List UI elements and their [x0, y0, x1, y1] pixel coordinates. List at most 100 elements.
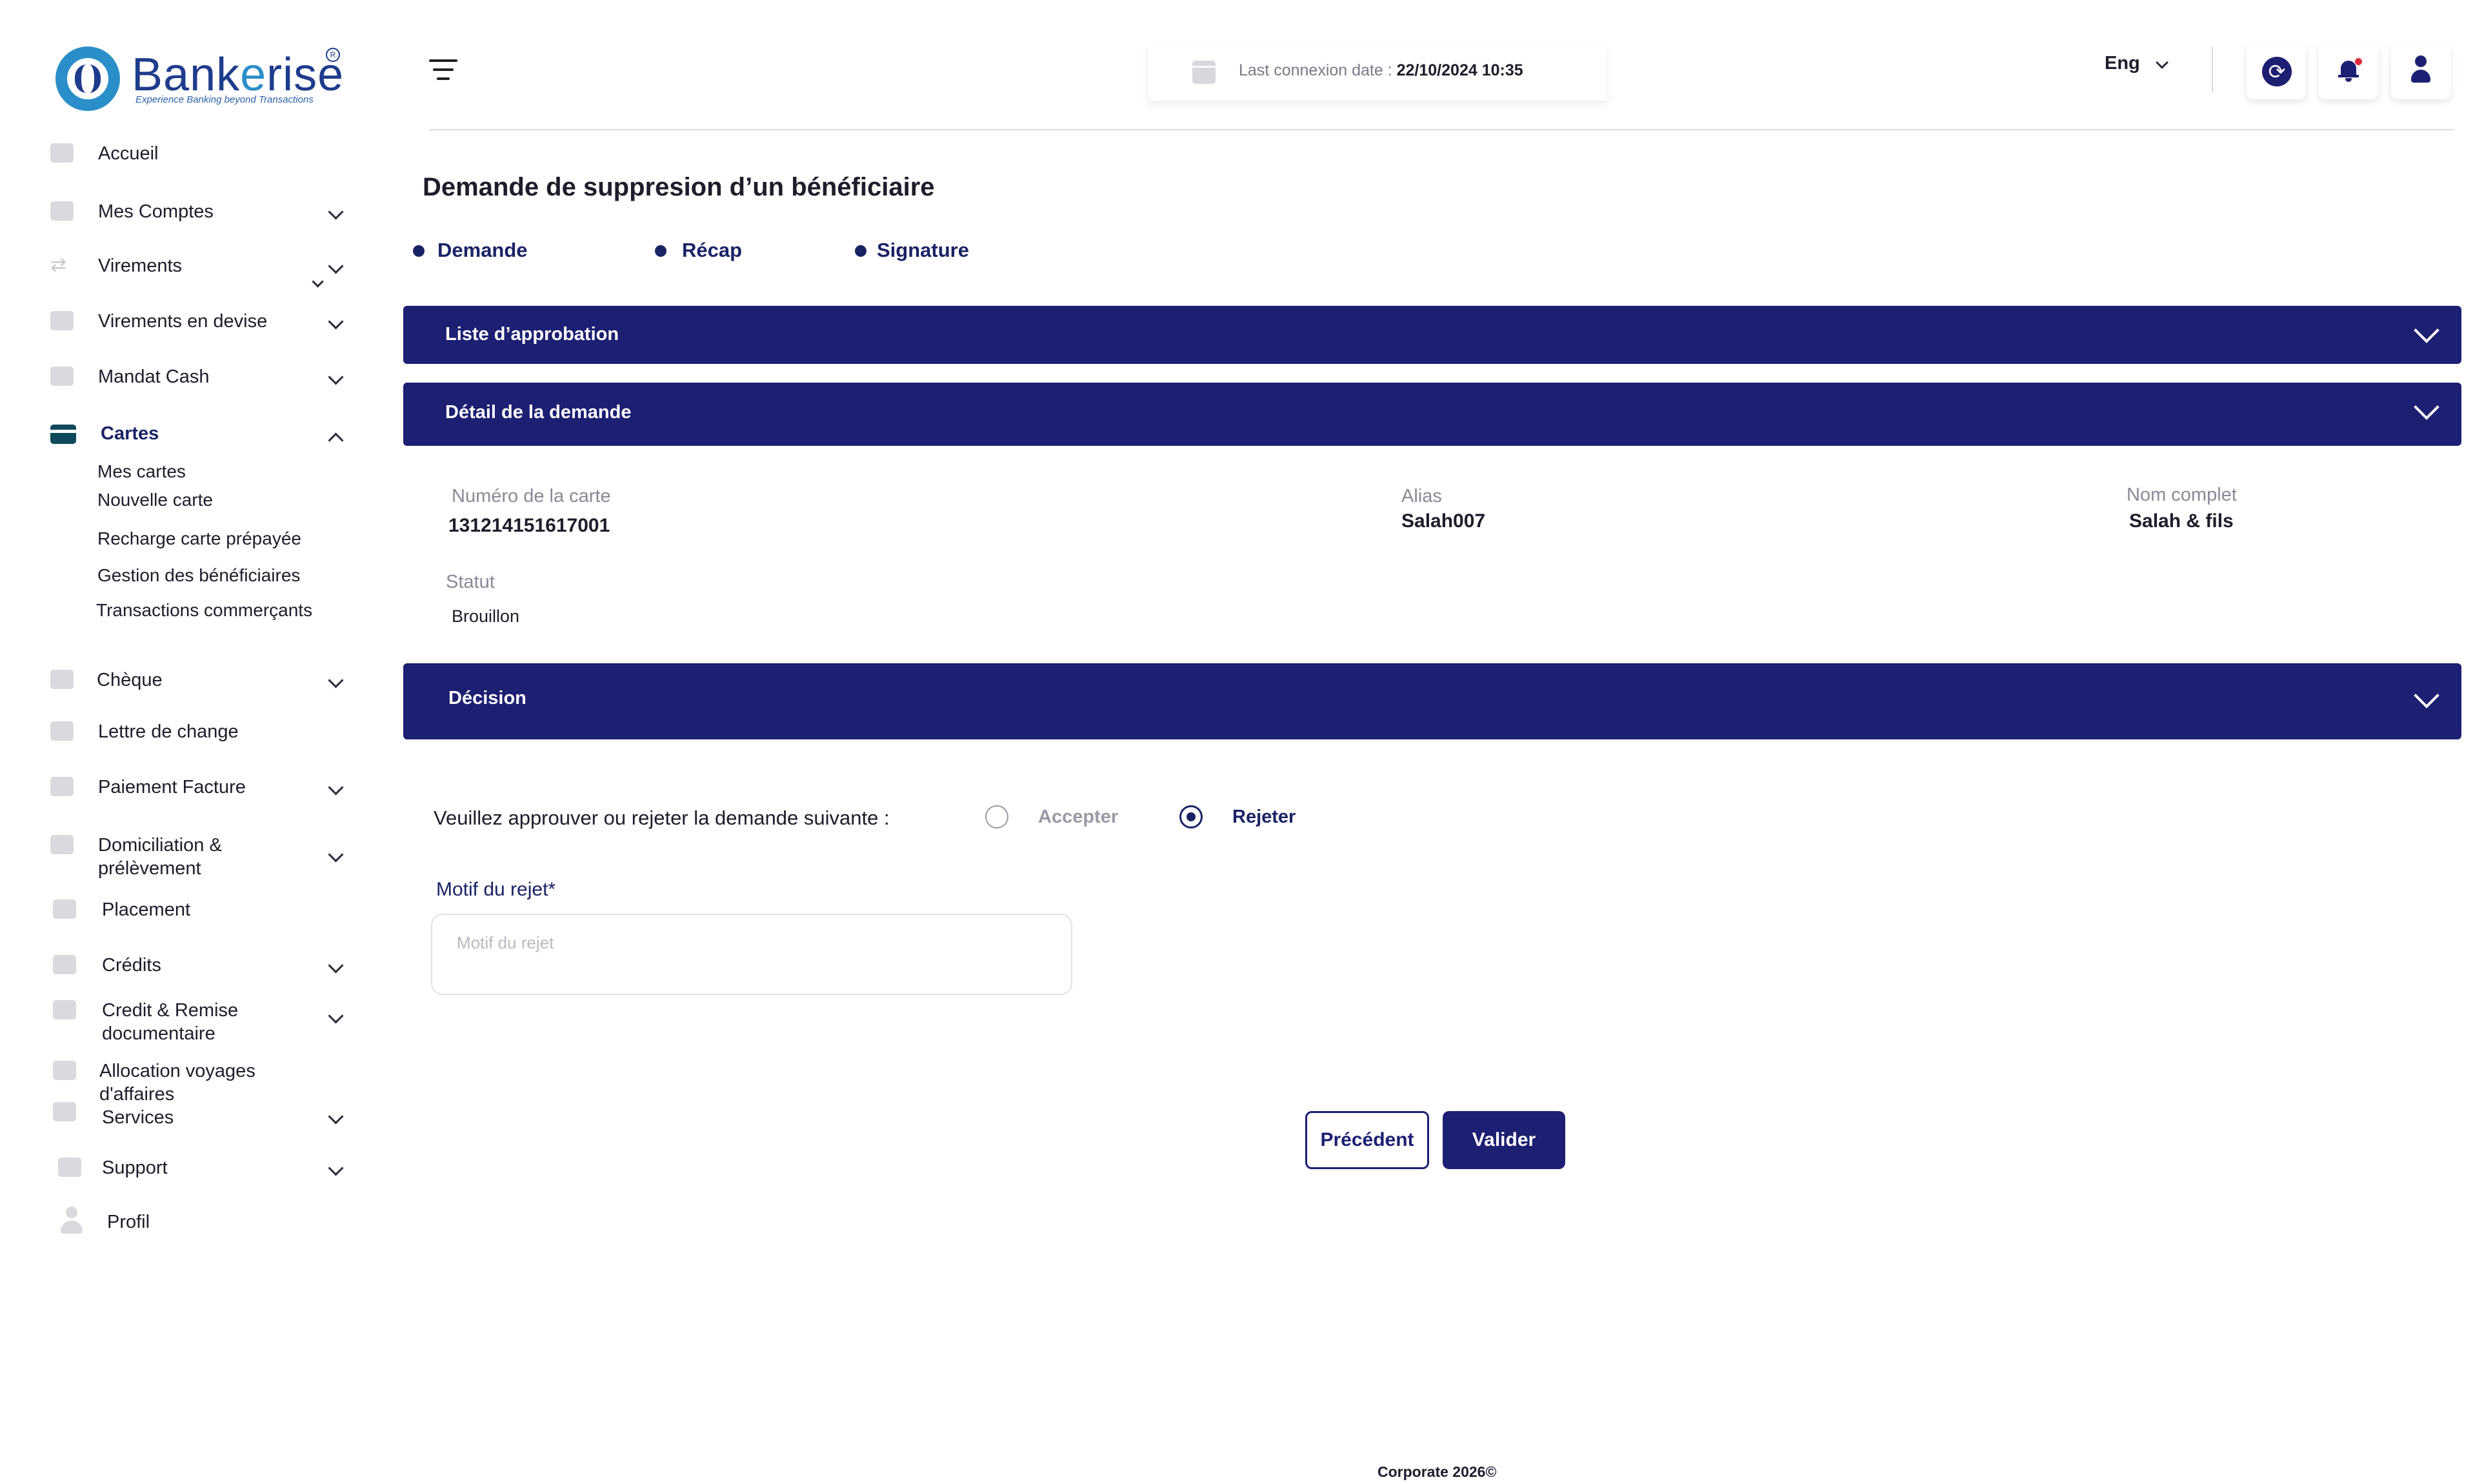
mail-icon [53, 1000, 76, 1019]
radio-accepter[interactable]: Accepter [985, 805, 1140, 834]
card-icon [50, 425, 76, 444]
sidebar-item-label: Virements [98, 256, 183, 276]
sidebar-subitem-recharge[interactable]: Recharge carte prépayée [97, 528, 301, 549]
sidebar-item-lettre-change[interactable]: Lettre de change [50, 719, 347, 748]
sidebar-item-label: Virements en devise [98, 311, 268, 332]
sidebar: Bankerise R Experience Banking beyond Tr… [0, 0, 387, 1484]
profile-button[interactable] [2391, 44, 2450, 99]
step-dot-icon [413, 245, 425, 257]
step-recap[interactable]: Récap [655, 239, 784, 265]
radio-label: Rejeter [1232, 807, 1296, 827]
sidebar-item-label: Support [102, 1158, 168, 1178]
sidebar-item-label: Cartes [101, 423, 159, 444]
last-connexion-text: Last connexion date : 22/10/2024 10:35 [1239, 61, 1523, 79]
submit-button[interactable]: Valider [1443, 1111, 1565, 1169]
sidebar-item-virements[interactable]: ⇄ Virements [50, 253, 347, 288]
radio-button-selected[interactable] [1179, 805, 1203, 828]
sidebar-item-allocation-voyages[interactable]: Allocation voyages d'affaires [50, 1058, 347, 1107]
alias-value: Salah007 [1401, 510, 1486, 532]
user-icon [61, 1207, 83, 1235]
chevron-down-icon [2414, 317, 2439, 343]
chevron-up-icon [328, 432, 344, 448]
decision-prompt: Veuillez approuver ou rejeter la demande… [434, 807, 890, 829]
section-detail-header[interactable]: Détail de la demande [403, 383, 2461, 446]
sidebar-subitem-transactions[interactable]: Transactions commerçants [96, 600, 312, 621]
sidebar-item-domiciliation[interactable]: Domiciliation & prélèvement [50, 832, 347, 881]
sidebar-item-virements-devise[interactable]: Virements en devise [50, 308, 347, 338]
transfer-icon: ⇄ [50, 254, 67, 276]
step-dot-icon [655, 245, 666, 257]
home-icon [50, 143, 74, 163]
previous-button[interactable]: Précédent [1305, 1111, 1429, 1169]
sync-button[interactable]: ⟳ [2247, 44, 2306, 99]
sidebar-item-profil[interactable]: Profil [50, 1207, 347, 1239]
chevron-down-icon [328, 1108, 344, 1125]
card-number-label: Numéro de la carte [452, 486, 611, 506]
mail-icon [53, 955, 76, 974]
section-title: Décision [448, 688, 526, 708]
sidebar-subitem-mes-cartes[interactable]: Mes cartes [97, 461, 186, 482]
radio-label: Accepter [1038, 807, 1119, 827]
sidebar-item-support[interactable]: Support [50, 1155, 347, 1185]
section-decision-header[interactable]: Décision [403, 663, 2461, 739]
calendar-icon [1192, 61, 1216, 84]
sidebar-item-accueil[interactable]: Accueil [50, 141, 347, 170]
status-label: Statut [446, 572, 495, 592]
radio-rejeter[interactable]: Rejeter [1179, 805, 1321, 834]
sidebar-item-label-line2: prélèvement [98, 858, 201, 879]
chevron-down-icon [328, 258, 344, 274]
sidebar-subitem-beneficiaires[interactable]: Gestion des bénéficiaires [97, 565, 300, 586]
chevron-down-icon [328, 1160, 344, 1176]
sidebar-item-label: Mandat Cash [98, 366, 210, 387]
sync-icon: ⟳ [2262, 57, 2292, 86]
sidebar-item-label-line2: d'affaires [99, 1084, 175, 1105]
sidebar-item-label: Mes Comptes [98, 201, 214, 222]
sidebar-item-credits[interactable]: Crédits [50, 952, 347, 982]
chevron-down-icon [328, 847, 344, 863]
sidebar-item-placement[interactable]: Placement [50, 897, 347, 927]
language-selector[interactable]: Eng [2105, 52, 2182, 80]
chevron-down-icon [328, 1008, 344, 1024]
sidebar-item-cartes[interactable]: Cartes [50, 421, 347, 450]
language-label: Eng [2105, 53, 2140, 74]
chevron-down-icon [328, 314, 344, 330]
sidebar-item-label: Chèque [97, 670, 163, 690]
section-approbation-header[interactable]: Liste d’approbation [403, 306, 2461, 364]
folder-icon [50, 201, 74, 221]
sidebar-item-label: Domiciliation & [98, 835, 222, 856]
sidebar-item-label: Profil [107, 1212, 150, 1232]
cheque-icon [50, 670, 74, 689]
brand-name[interactable]: Bankerise [132, 48, 344, 101]
motif-input[interactable] [431, 914, 1072, 995]
notification-dot [2355, 58, 2362, 65]
sidebar-item-services[interactable]: Services [50, 1102, 347, 1134]
mail-icon [50, 366, 74, 386]
step-signature[interactable]: Signature [855, 239, 1010, 265]
chevron-down-icon [312, 276, 324, 288]
sidebar-item-credit-remise[interactable]: Credit & Remise documentaire [50, 998, 347, 1047]
brand-tagline: Experience Banking beyond Transactions [135, 94, 314, 105]
notifications-button[interactable] [2319, 44, 2378, 99]
sidebar-item-mandat-cash[interactable]: Mandat Cash [50, 364, 347, 394]
card-number-value: 131214151617001 [448, 515, 610, 536]
step-demande[interactable]: Demande [413, 239, 568, 265]
chevron-down-icon [328, 779, 344, 796]
step-label: Demande [437, 239, 528, 261]
sidebar-item-paiement-facture[interactable]: Paiement Facture [50, 774, 347, 804]
sidebar-item-label: Crédits [102, 955, 161, 976]
mail-icon [50, 721, 74, 741]
invoice-icon [50, 777, 74, 796]
fullname-value: Salah & fils [2129, 510, 2234, 532]
header-separator [429, 129, 2455, 130]
menu-toggle-icon[interactable] [429, 59, 459, 83]
mail-icon [53, 1102, 76, 1121]
sidebar-item-label: Services [102, 1107, 174, 1128]
sidebar-item-label: Placement [102, 899, 191, 920]
sidebar-item-cheque[interactable]: Chèque [50, 667, 347, 697]
section-title: Liste d’approbation [445, 324, 619, 345]
radio-button[interactable] [985, 805, 1008, 828]
chevron-down-icon [2414, 683, 2439, 708]
sidebar-item-mes-comptes[interactable]: Mes Comptes [50, 199, 347, 228]
alias-label: Alias [1401, 486, 1442, 506]
sidebar-subitem-nouvelle-carte[interactable]: Nouvelle carte [97, 490, 213, 510]
